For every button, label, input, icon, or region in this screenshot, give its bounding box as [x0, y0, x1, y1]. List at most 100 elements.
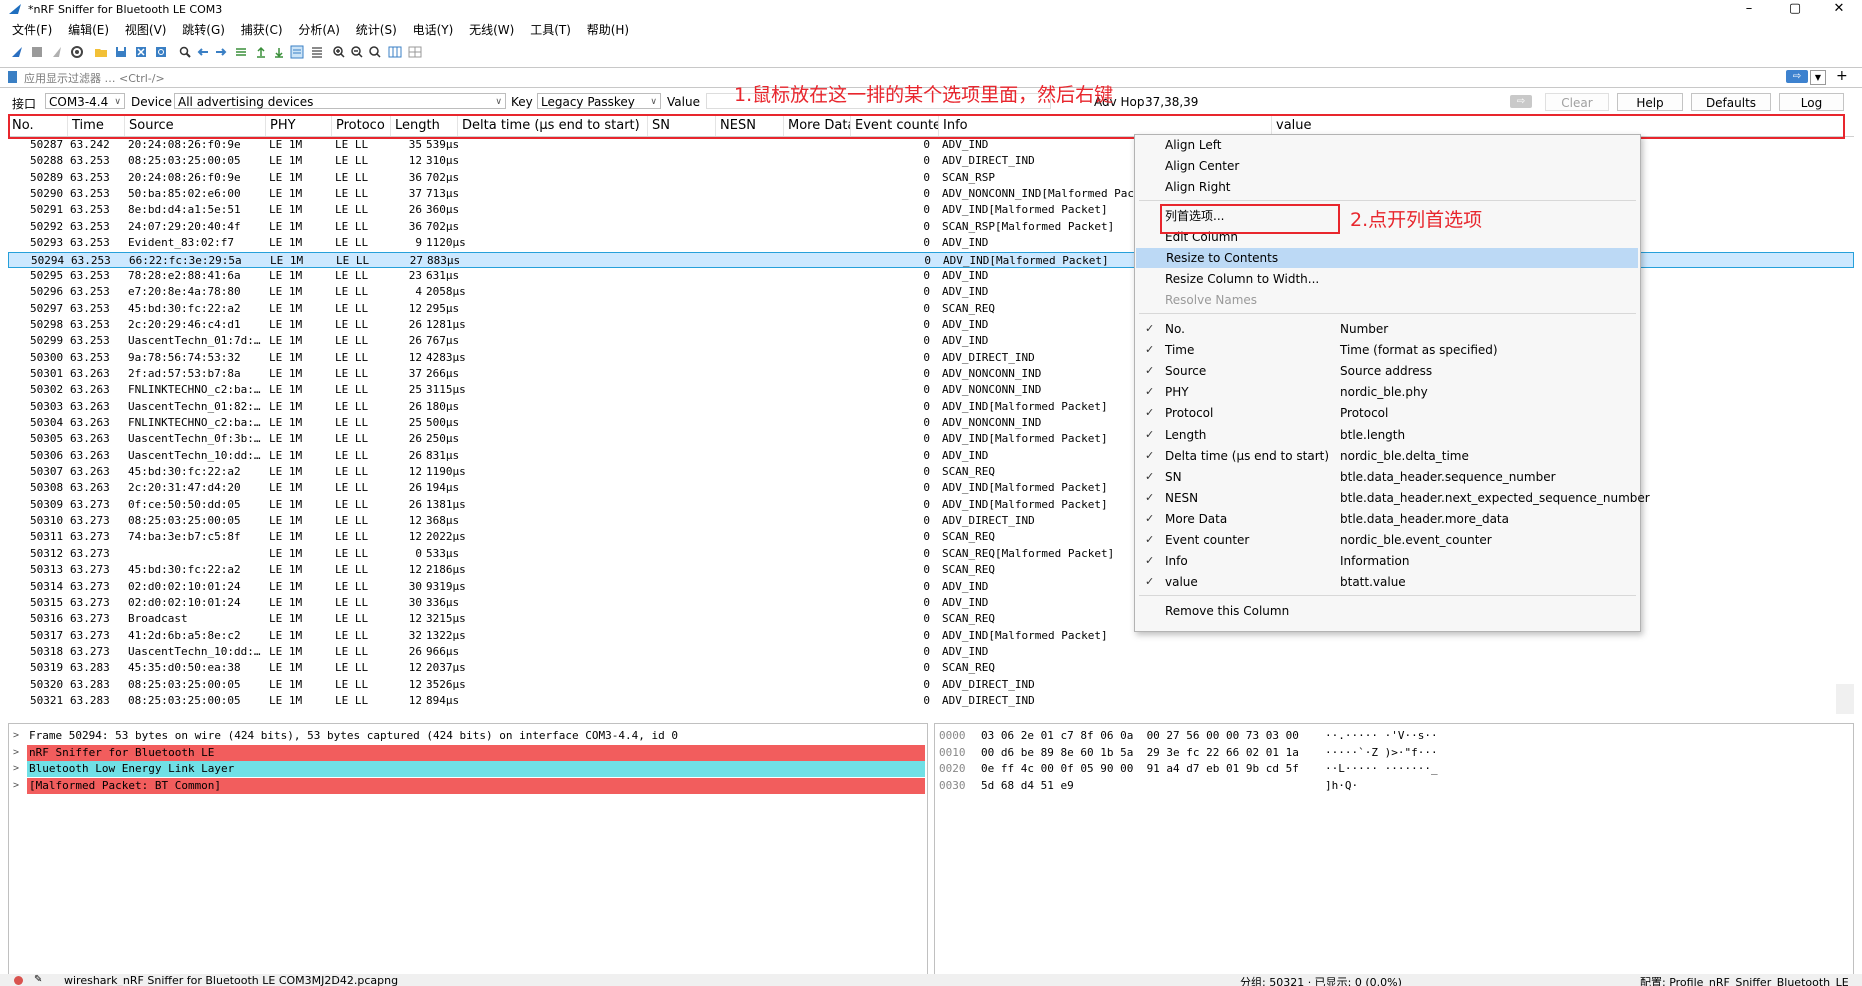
packet-row[interactable]: 50318 63.273 UascentTechn_10:dd:… LE 1M LE L… [8, 644, 1854, 660]
menu-file[interactable]: 文件(F) [12, 21, 52, 39]
packet-phy: LE 1M [269, 334, 303, 348]
filter-dropdown-icon[interactable]: ▼ [1810, 70, 1826, 85]
packet-row[interactable]: 50320 63.283 08:25:03:25:00:05 LE 1M LE LL 12… [8, 677, 1854, 693]
packet-phy: LE 1M [269, 579, 303, 593]
resize-columns-icon[interactable] [388, 45, 402, 59]
annotation-prefs-box [1160, 204, 1340, 234]
expert-info-icon[interactable] [14, 976, 23, 985]
packet-no: 50289 [30, 170, 64, 184]
close-button[interactable]: ✕ [1816, 0, 1862, 20]
log-button[interactable]: Log [1779, 93, 1844, 111]
status-profile[interactable]: 配置: Profile_nRF_Sniffer_Bluetooth_LE [1640, 974, 1849, 986]
find-packet-icon[interactable] [178, 45, 192, 59]
apply-arrow-icon[interactable]: ⇨ [1510, 95, 1532, 108]
menu-capture[interactable]: 捕获(C) [241, 21, 283, 39]
zoom-out-icon[interactable] [350, 45, 364, 59]
column-field: nordic_ble.delta_time [1340, 448, 1469, 463]
help-button[interactable]: Help [1617, 93, 1683, 111]
packet-source: 20:24:08:26:f0:9e [128, 170, 241, 184]
packet-protocol: LE LL [335, 448, 369, 462]
stop-capture-icon[interactable] [30, 45, 44, 59]
detail-tree-item[interactable]: > nRF Sniffer for Bluetooth LE [9, 744, 927, 761]
packet-bytes-pane[interactable]: 0000 03 06 2e 01 c7 8f 06 0a 00 27 56 00 … [934, 723, 1854, 979]
display-filter-input[interactable]: 应用显示过滤器 … <Ctrl-/> [24, 70, 165, 86]
menu-item-toggle-column[interactable]: ✓ Source Source address [1135, 361, 1640, 381]
defaults-button[interactable]: Defaults [1691, 93, 1771, 111]
adv-hop-value[interactable]: 37,38,39 [1145, 95, 1198, 109]
save-file-icon[interactable] [114, 45, 128, 59]
menu-tools[interactable]: 工具(T) [530, 21, 571, 39]
packet-time: 63.263 [70, 465, 110, 478]
reload-file-icon[interactable] [154, 45, 168, 59]
expand-arrow-icon[interactable]: > [13, 728, 19, 744]
colorize-icon[interactable] [310, 45, 324, 59]
capture-options-icon[interactable] [70, 45, 84, 59]
menu-item-toggle-column[interactable]: ✓ Event counter nordic_ble.event_counter [1135, 530, 1640, 550]
detail-tree-item[interactable]: > Bluetooth Low Energy Link Layer [9, 761, 927, 777]
menu-item-toggle-column[interactable]: ✓ No. Number [1135, 319, 1640, 339]
packet-row[interactable]: 50319 63.283 45:35:d0:50:ea:38 LE 1M LE LL 12… [8, 660, 1854, 676]
byte-ascii: ·····`·Z )>·"f··· [1325, 745, 1438, 759]
last-packet-icon[interactable] [272, 45, 286, 59]
grid-icon[interactable] [408, 45, 422, 59]
packet-event-counter: 0 [923, 579, 930, 593]
detail-tree-item[interactable]: > [Malformed Packet: BT Common] [9, 777, 927, 794]
minimize-button[interactable]: – [1726, 0, 1772, 20]
clear-button[interactable]: Clear [1545, 93, 1609, 111]
packet-protocol: LE LL [335, 465, 369, 478]
go-forward-icon[interactable] [214, 45, 228, 59]
menu-item-toggle-column[interactable]: ✓ value btatt.value [1135, 572, 1640, 592]
edit-comment-icon[interactable]: ✎ [34, 974, 42, 985]
menu-item-toggle-column[interactable]: ✓ Info Information [1135, 551, 1640, 571]
go-back-icon[interactable] [196, 45, 210, 59]
menu-item-align-center[interactable]: Align Center [1135, 156, 1640, 176]
autoscroll-icon[interactable] [290, 45, 304, 59]
normal-size-icon[interactable] [368, 45, 382, 59]
menu-item-toggle-column[interactable]: ✓ NESN btle.data_header.next_expected_sequ… [1135, 488, 1650, 508]
packet-details-pane[interactable]: > Frame 50294: 53 bytes on wire (424 bits… [8, 723, 928, 979]
menu-item-resize-to-contents[interactable]: Resize to Contents [1136, 248, 1638, 268]
expand-arrow-icon[interactable]: > [13, 745, 19, 761]
menu-edit[interactable]: 编辑(E) [68, 21, 109, 39]
menu-item-toggle-column[interactable]: ✓ PHY nordic_ble.phy [1135, 382, 1640, 402]
packet-event-counter: 0 [923, 154, 930, 168]
expand-arrow-icon[interactable]: > [13, 761, 19, 777]
menu-item-toggle-column[interactable]: ✓ Protocol Protocol [1135, 403, 1640, 423]
menu-item-align-left[interactable]: Align Left [1135, 135, 1640, 155]
device-select[interactable]: All advertising devices ∨ [174, 93, 506, 109]
menu-telephony[interactable]: 电话(Y) [413, 21, 454, 39]
detail-tree-item[interactable]: > Frame 50294: 53 bytes on wire (424 bits… [9, 728, 927, 744]
key-select[interactable]: Legacy Passkey ∨ [537, 93, 661, 109]
menu-wireless[interactable]: 无线(W) [469, 21, 514, 39]
add-filter-button[interactable]: + [1836, 68, 1848, 84]
menu-item-toggle-column[interactable]: ✓ More Data btle.data_header.more_data [1135, 509, 1640, 529]
menu-item-toggle-column[interactable]: ✓ Time Time (format as specified) [1135, 340, 1640, 360]
menu-item-resize-column-to-width[interactable]: Resize Column to Width... [1135, 269, 1640, 289]
expand-arrow-icon[interactable]: > [13, 778, 19, 794]
open-file-icon[interactable] [94, 45, 108, 59]
bookmark-icon[interactable] [8, 71, 17, 83]
interface-select[interactable]: COM3-4.4 ∨ [45, 93, 125, 109]
menu-item-toggle-column[interactable]: ✓ Delta time (µs end to start) nordic_ble.… [1135, 446, 1640, 466]
menu-analyze[interactable]: 分析(A) [298, 21, 340, 39]
menu-item-toggle-column[interactable]: ✓ Length btle.length [1135, 425, 1640, 445]
menu-item-align-right[interactable]: Align Right [1135, 177, 1640, 197]
packet-phy: LE 1M [269, 399, 303, 413]
menu-statistics[interactable]: 统计(S) [356, 21, 397, 39]
start-capture-icon[interactable] [10, 45, 24, 59]
menu-help[interactable]: 帮助(H) [587, 21, 629, 39]
packet-list-scrollbar[interactable] [1836, 684, 1854, 714]
first-packet-icon[interactable] [254, 45, 268, 59]
zoom-in-icon[interactable] [332, 45, 346, 59]
packet-protocol: LE LL [335, 628, 369, 642]
restart-capture-icon[interactable] [50, 45, 64, 59]
go-to-packet-icon[interactable] [234, 45, 248, 59]
close-file-icon[interactable] [134, 45, 148, 59]
packet-row[interactable]: 50321 63.283 08:25:03:25:00:05 LE 1M LE LL 12… [8, 693, 1854, 709]
menu-item-remove-column[interactable]: Remove this Column [1135, 601, 1640, 621]
maximize-button[interactable]: ▢ [1772, 0, 1818, 20]
menu-view[interactable]: 视图(V) [125, 21, 167, 39]
menu-item-toggle-column[interactable]: ✓ SN btle.data_header.sequence_number [1135, 467, 1640, 487]
apply-filter-arrow-icon[interactable]: ⇨ [1786, 70, 1808, 83]
menu-go[interactable]: 跳转(G) [182, 21, 225, 39]
